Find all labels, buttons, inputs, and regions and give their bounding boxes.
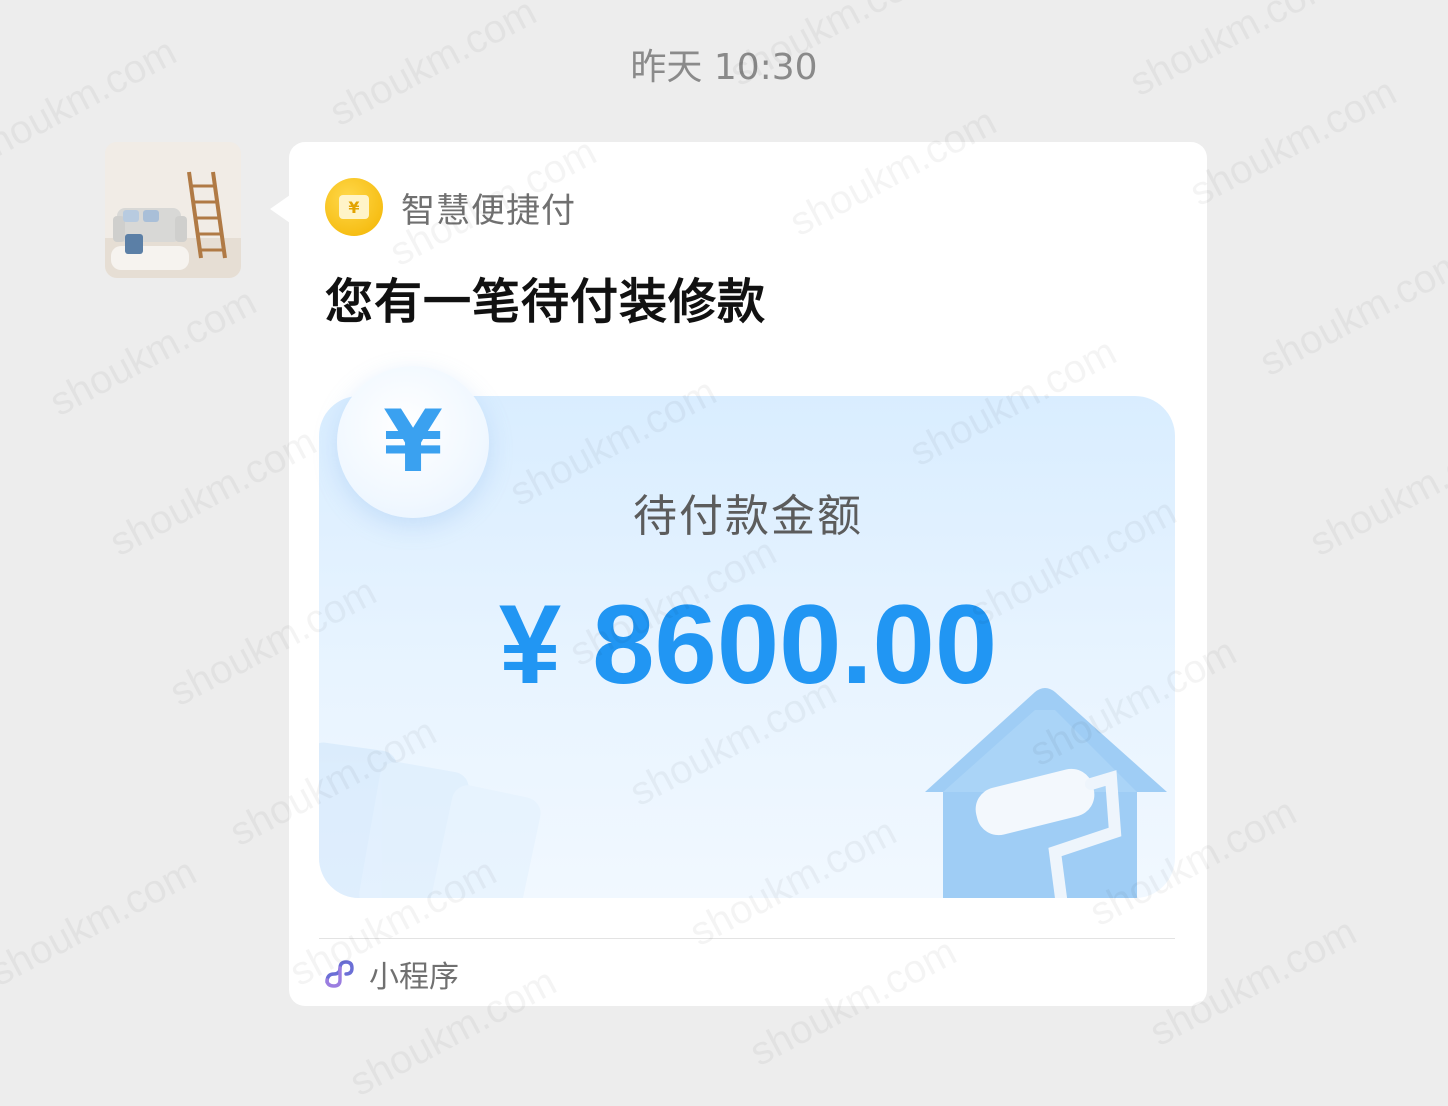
app-name: 智慧便捷付 (401, 190, 576, 231)
mini-program-label: 小程序 (369, 960, 459, 995)
card-title: 您有一笔待付装修款 (325, 274, 767, 330)
bubble-tail (270, 195, 290, 223)
tiles-decoration-icon (319, 742, 541, 898)
amount-label: 待付款金额 (633, 491, 863, 542)
living-room-photo (105, 142, 241, 278)
watermark-text: shoukm.com (0, 849, 204, 995)
mini-program-icon (325, 960, 354, 988)
mini-program-card[interactable]: ¥ 智慧便捷付 您有一笔待付装修款 小程序 (289, 142, 1207, 1006)
watermark-text: shoukm.com (43, 279, 264, 425)
chat-timestamp: 昨天 10:30 (630, 47, 818, 88)
yen-wallet-icon: ¥ (325, 178, 383, 236)
watermark-text: shoukm.com (1183, 69, 1404, 215)
sender-avatar[interactable] (105, 142, 241, 278)
amount-value: ¥ 8600.00 (498, 582, 998, 707)
watermark-text: shoukm.com (1253, 239, 1448, 385)
house-paint-roller-icon (925, 688, 1167, 898)
card-footer: 小程序 (321, 954, 459, 995)
card-divider (319, 938, 1175, 939)
app-header: ¥ 智慧便捷付 (325, 178, 576, 236)
watermark-text: shoukm.com (1303, 419, 1448, 565)
